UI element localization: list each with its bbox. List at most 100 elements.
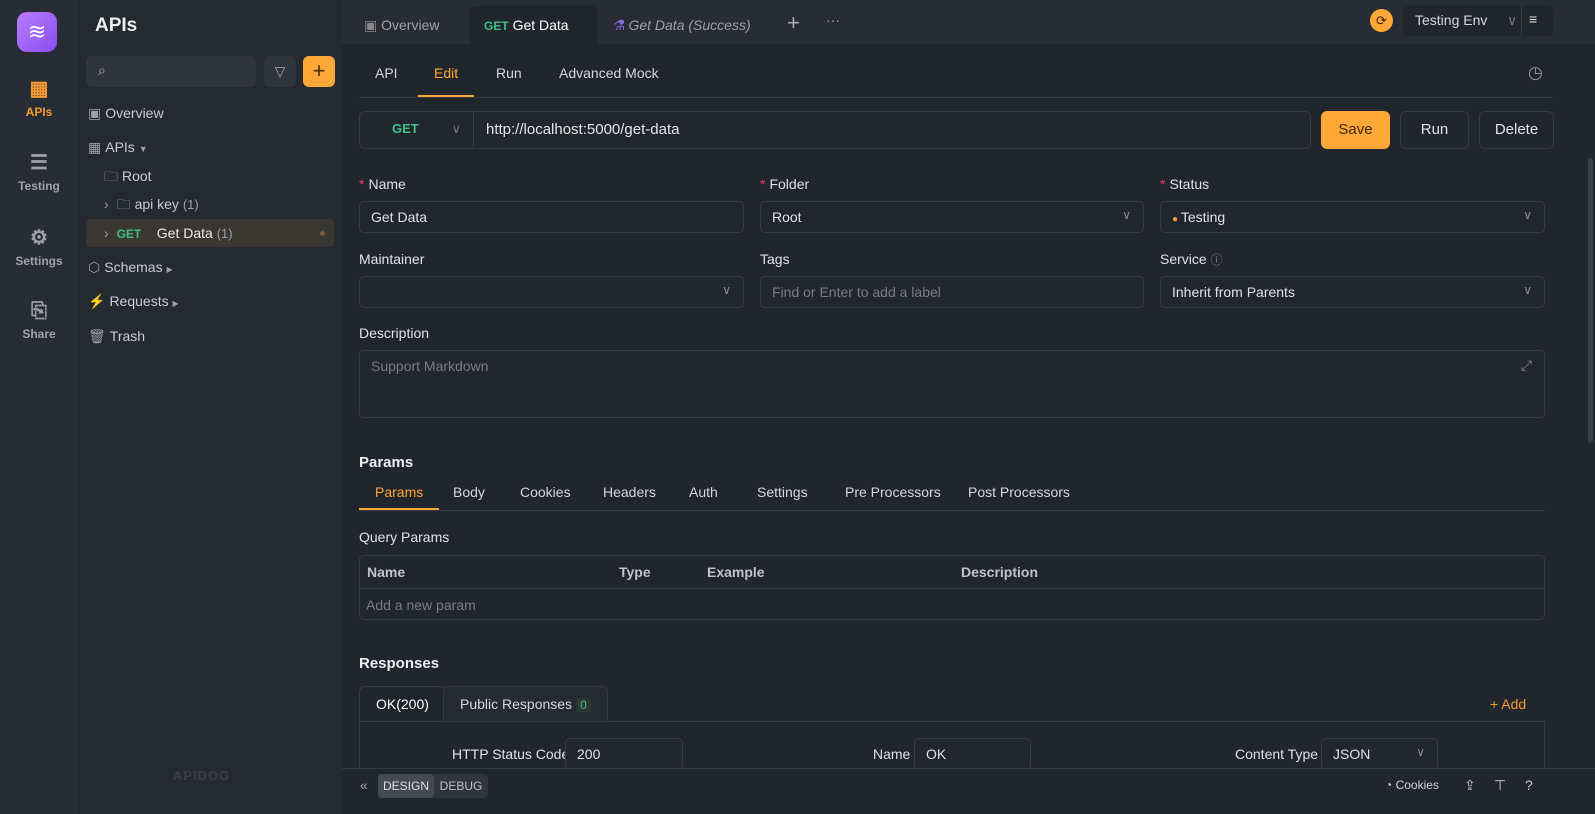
tags-input[interactable]: Find or Enter to add a label <box>760 276 1144 308</box>
tree-label: Requests <box>109 293 169 309</box>
help-icon[interactable]: ⓘ <box>1211 253 1223 267</box>
add-response-button[interactable]: + Add <box>1490 696 1526 712</box>
tree-item-overview[interactable]: ▣ Overview <box>88 99 164 127</box>
add-param-input[interactable]: Add a new param <box>366 597 476 613</box>
menu-icon[interactable]: ≡ <box>1529 11 1537 27</box>
filter-button[interactable]: ▽ <box>264 56 296 87</box>
help-icon[interactable]: ? <box>1525 777 1533 793</box>
params-tab-headers[interactable]: Headers <box>587 480 672 510</box>
delete-button[interactable]: Delete <box>1479 111 1554 149</box>
subtab-edit[interactable]: Edit <box>418 55 475 97</box>
tree-label: APIs <box>105 139 135 155</box>
params-tab-cookies[interactable]: Cookies <box>504 480 587 510</box>
sync-icon[interactable]: ⟳ <box>1370 9 1393 32</box>
params-tab-params[interactable]: Params <box>359 480 440 510</box>
add-button[interactable]: + <box>303 56 335 87</box>
trash-icon: 🗑 <box>88 328 106 344</box>
apis-icon: ▦ <box>88 139 102 155</box>
status-select[interactable]: ● Testing ∨ <box>1160 201 1545 233</box>
requests-icon: ⚡ <box>88 293 106 309</box>
history-icon[interactable]: ◷ <box>1528 63 1543 83</box>
caret-down-icon: ▼ <box>138 144 148 154</box>
column-header: Description <box>961 564 1039 580</box>
rail-item-apis[interactable]: ▦ APIs <box>0 76 78 119</box>
cookie-icon: ◔ <box>1385 778 1396 792</box>
tree-label: Schemas <box>104 259 163 275</box>
tree-item-schemas[interactable]: ⬡ Schemas ▶ <box>88 253 177 281</box>
filter-icon: ▽ <box>274 63 286 79</box>
column-header: Name <box>367 564 406 580</box>
tab-label: Get Data (Success) <box>628 17 751 33</box>
folder-icon: 🗀 <box>116 196 131 212</box>
chevron-down-icon: ∨ <box>1507 12 1518 28</box>
params-tab-pre-processors[interactable]: Pre Processors <box>829 480 957 510</box>
caret-right-icon: ▶ <box>166 265 173 274</box>
chevron-down-icon: ∨ <box>1523 208 1532 222</box>
response-name-input[interactable]: OK <box>914 738 1031 770</box>
content-type-value: JSON <box>1333 746 1371 762</box>
save-button[interactable]: Save <box>1321 111 1390 149</box>
rail-label: APIs <box>25 105 53 119</box>
name-field[interactable]: Get Data <box>359 201 744 233</box>
maintainer-select[interactable]: ∨ <box>359 276 744 308</box>
subtab-run[interactable]: Run <box>480 55 538 97</box>
environment-select[interactable]: Testing Env ∨ ≡ <box>1403 6 1553 36</box>
tree-item-requests[interactable]: ⚡ Requests ▶ <box>88 287 183 315</box>
tree-item-root[interactable]: 🗀 Root <box>104 162 152 190</box>
status-code-input[interactable]: 200 <box>565 738 683 770</box>
testing-icon: ☰ <box>30 152 48 174</box>
service-select[interactable]: Inherit from Parents ∨ <box>1160 276 1545 308</box>
debug-mode-button[interactable]: DEBUG <box>436 774 486 798</box>
tab-get-data[interactable]: GET Get Data <box>470 6 598 44</box>
overview-icon: ▣ <box>88 105 102 121</box>
folder-select[interactable]: Root ∨ <box>760 201 1144 233</box>
service-label: Service ⓘ <box>1160 251 1223 267</box>
params-tab-body[interactable]: Body <box>437 480 501 510</box>
tab-get-data-success[interactable]: ⚗ Get Data (Success) <box>598 6 765 44</box>
tree-item-apis[interactable]: ▦ APIs ▼ <box>88 133 152 161</box>
tree-item-get-data[interactable]: › GET Get Data (1) <box>86 219 334 247</box>
maintainer-label: Maintainer <box>359 251 425 267</box>
design-mode-button[interactable]: DESIGN <box>378 774 434 798</box>
rail-item-testing[interactable]: ☰ Testing <box>0 150 78 193</box>
params-tab-auth[interactable]: Auth <box>673 480 734 510</box>
response-tab-public[interactable]: Public Responses 0 <box>443 686 608 722</box>
content-type-select[interactable]: JSON ∨ <box>1321 738 1438 770</box>
collapse-icon[interactable]: « <box>360 777 368 793</box>
upload-icon[interactable]: ⇪ <box>1464 777 1476 794</box>
scrollbar[interactable] <box>1588 158 1593 443</box>
subtab-api[interactable]: API <box>359 55 414 97</box>
url-input[interactable]: http://localhost:5000/get-data <box>486 121 679 138</box>
tab-label: Overview <box>381 17 440 33</box>
cookies-button[interactable]: ◔ Cookies <box>1385 778 1439 792</box>
chevron-right-icon: › <box>104 196 109 212</box>
search-input[interactable]: ⌕ <box>86 56 256 87</box>
response-tab-ok[interactable]: OK(200) <box>359 686 446 722</box>
overview-icon: ▣ <box>364 17 382 33</box>
cookies-label: Cookies <box>1395 778 1439 792</box>
status-code-label: HTTP Status Code <box>452 746 570 762</box>
new-tab-button[interactable]: + <box>787 10 800 36</box>
expand-icon[interactable]: ⤢ <box>1521 357 1532 374</box>
method-select[interactable]: GET ∨ <box>360 112 474 148</box>
more-tabs-button[interactable]: ··· <box>826 12 840 28</box>
rail-item-settings[interactable]: ⚙ Settings <box>0 225 78 268</box>
rail-item-share[interactable]: ⎘ Share <box>0 300 78 341</box>
schemas-icon: ⬡ <box>88 259 101 275</box>
shirt-icon[interactable]: ⊤ <box>1494 777 1506 794</box>
caret-right-icon: ▶ <box>172 299 179 308</box>
run-button[interactable]: Run <box>1400 111 1469 149</box>
subtab-advanced-mock[interactable]: Advanced Mock <box>543 55 675 97</box>
content-type-label: Content Type <box>1235 746 1319 762</box>
params-tab-settings[interactable]: Settings <box>741 480 824 510</box>
params-title: Params <box>359 454 414 471</box>
column-header: Example <box>707 564 765 580</box>
tree-item-api-key[interactable]: › 🗀 api key (1) <box>104 190 199 218</box>
tab-label: Get Data <box>512 17 569 33</box>
tree-item-trash[interactable]: 🗑 Trash <box>88 322 145 350</box>
rail-label: Testing <box>18 179 60 193</box>
tree-label: Overview <box>105 105 164 121</box>
description-textarea[interactable]: Support Markdown ⤢ <box>359 350 1545 418</box>
params-tab-post-processors[interactable]: Post Processors <box>952 480 1086 510</box>
tab-overview[interactable]: ▣ Overview <box>350 6 453 44</box>
